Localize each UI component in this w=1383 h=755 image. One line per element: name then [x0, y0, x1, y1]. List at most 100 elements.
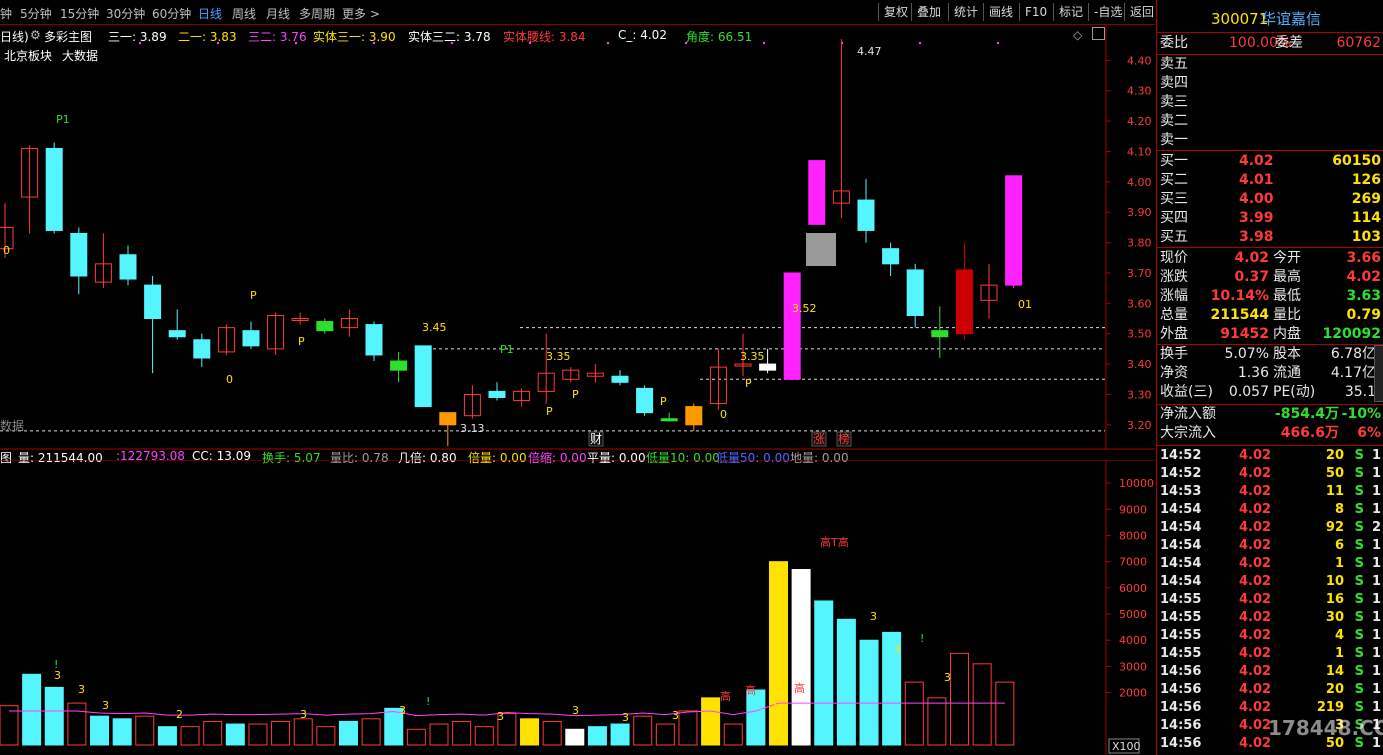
vol-tick-label: 9000 — [1119, 503, 1147, 516]
candle — [70, 232, 88, 277]
tick-row-cell: 4.02 — [1239, 466, 1272, 481]
level-label: 3.52 — [792, 302, 817, 315]
candle — [242, 330, 260, 347]
tab-15min[interactable]: 15分钟 — [60, 5, 99, 22]
tick-row-cell: S — [1354, 646, 1364, 661]
watchlist-button[interactable]: -自选 — [1088, 3, 1127, 21]
p-signal-label: P — [250, 289, 257, 302]
tab-weekly[interactable]: 周线 — [232, 5, 256, 22]
tick-row-cell: 11 — [1325, 484, 1344, 499]
tab-30min[interactable]: 30分钟 — [106, 5, 145, 22]
volume-bar — [22, 673, 42, 746]
tick-row-cell: S — [1354, 682, 1364, 697]
tick-row-cell: 14:55 — [1160, 592, 1202, 607]
quote-row-cell: 总量 — [1160, 307, 1188, 323]
quote-row: 涨幅 10.14% 最低 3.63 — [1157, 287, 1383, 306]
tick-row-cell: 4.02 — [1239, 682, 1272, 697]
volume-bar — [950, 652, 970, 746]
candle — [685, 406, 703, 426]
tick-row-cell: 10 — [1325, 574, 1344, 589]
tab-1min[interactable]: 钟 — [0, 5, 12, 22]
high-price-label: 4.47 — [857, 45, 882, 58]
overlay-button[interactable]: 叠加 — [911, 3, 946, 21]
f10-button[interactable]: F10 — [1019, 3, 1052, 21]
tick-row-cell: 14:56 — [1160, 664, 1202, 679]
price-tick-label: 4.10 — [1127, 145, 1152, 158]
tick-row-cell: S — [1354, 448, 1364, 463]
tick-row-cell: 14:56 — [1160, 736, 1202, 751]
mark-button[interactable]: 标记 — [1053, 3, 1088, 21]
watermark: 178448.COM — [1268, 716, 1383, 740]
volume-bar — [361, 718, 381, 746]
tab-monthly[interactable]: 月线 — [266, 5, 290, 22]
bid-row-cell: 3.99 — [1239, 210, 1274, 226]
tick-row-cell: 14:56 — [1160, 682, 1202, 697]
back-button[interactable]: 返回 — [1124, 3, 1161, 21]
volume-chart[interactable]: 10000 9000 8000 7000 6000 5000 4000 3000 2000 高T高… — [0, 460, 1155, 755]
tick-row-cell: 4.02 — [1239, 538, 1272, 553]
flow-row: 大宗流入 466.6万 6% — [1157, 424, 1383, 443]
tick-row-cell: 14:55 — [1160, 610, 1202, 625]
tab-more[interactable]: 更多 > — [342, 5, 380, 22]
volume-bar — [520, 718, 540, 746]
volume-bar — [44, 686, 64, 746]
tab-multi-period[interactable]: 多周期 — [299, 5, 335, 22]
vol-bang: ! — [426, 695, 430, 708]
quote-row-cell: 120092 — [1322, 326, 1381, 342]
quote-row: 涨跌 0.37 最高 4.02 — [1157, 268, 1383, 287]
volume-bar — [112, 718, 132, 746]
tick-row-cell: 50 — [1325, 466, 1344, 481]
quote-row-cell: 内盘 — [1273, 326, 1301, 342]
quote-row-cell: 0.37 — [1234, 269, 1269, 285]
tick-row: 14:56 4.02 219 S 1 — [1157, 699, 1383, 717]
volume-bar — [633, 715, 653, 746]
panel-scrollbar[interactable] — [1374, 345, 1383, 402]
volume-bar — [859, 639, 879, 746]
tick-row-cell: 4.02 — [1239, 700, 1272, 715]
volume-bar — [203, 720, 223, 746]
restore-rights-button[interactable]: 复权 — [878, 3, 913, 21]
quote-row-cell: 3.63 — [1346, 288, 1381, 304]
volume-bar — [927, 697, 947, 746]
candle — [759, 363, 777, 371]
tick-row-cell: 16 — [1325, 592, 1344, 607]
volume-bar — [338, 720, 358, 746]
tab-60min[interactable]: 60分钟 — [152, 5, 191, 22]
ask-row: 卖二 — [1157, 112, 1383, 131]
fund-row-cell: 4.17亿 — [1330, 365, 1376, 381]
candlestick-chart[interactable]: 4.40 4.30 4.20 4.10 4.00 3.90 3.80 3.70 3.60 3.50… — [0, 25, 1155, 450]
volume-bar — [701, 697, 721, 746]
marker-dot — [216, 41, 220, 45]
candle — [390, 360, 408, 371]
quote-row-cell: 量比 — [1273, 307, 1301, 323]
statistics-button[interactable]: 统计 — [948, 3, 983, 21]
candle — [636, 387, 654, 414]
fund-row-cell: PE(动) — [1273, 384, 1316, 400]
price-tick-label: 3.30 — [1127, 388, 1152, 401]
level-label: 3.45 — [422, 321, 447, 334]
fund-row-cell: 0.057 — [1228, 384, 1269, 400]
tick-row-cell: 4.02 — [1239, 592, 1272, 607]
tick-row-cell: 1 — [1334, 556, 1344, 571]
vol-digit: 3 — [672, 709, 679, 722]
tick-row-cell: S — [1354, 574, 1364, 589]
vol-digit: 3 — [770, 701, 777, 714]
tick-row: 14:54 4.02 8 S 1 — [1157, 501, 1383, 519]
draw-line-button[interactable]: 画线 — [983, 3, 1018, 21]
tick-row-cell: S — [1354, 592, 1364, 607]
p-signal-label: P — [546, 405, 553, 418]
tab-5min[interactable]: 5分钟 — [20, 5, 52, 22]
event-tag: 财 — [590, 432, 602, 446]
candle — [119, 254, 137, 280]
tab-daily[interactable]: 日线 — [198, 5, 222, 22]
quote-row-cell: 4.02 — [1346, 269, 1381, 285]
volume-bar — [452, 720, 472, 746]
quote-panel: 300071 华谊嘉信 委比 100.00% 委差 60762 卖五 卖四 卖三 卖二… — [1156, 0, 1383, 755]
price-tick-label: 3.40 — [1127, 358, 1152, 371]
low-price-label: 3.13 — [460, 422, 485, 435]
flow-row-cell: -854.4万 — [1274, 406, 1339, 422]
marker-dot — [294, 41, 298, 45]
quote-row-cell: 最高 — [1273, 269, 1301, 285]
tick-row-cell: 1 — [1371, 700, 1381, 715]
quote-row: 外盘 91452 内盘 120092 — [1157, 325, 1383, 344]
